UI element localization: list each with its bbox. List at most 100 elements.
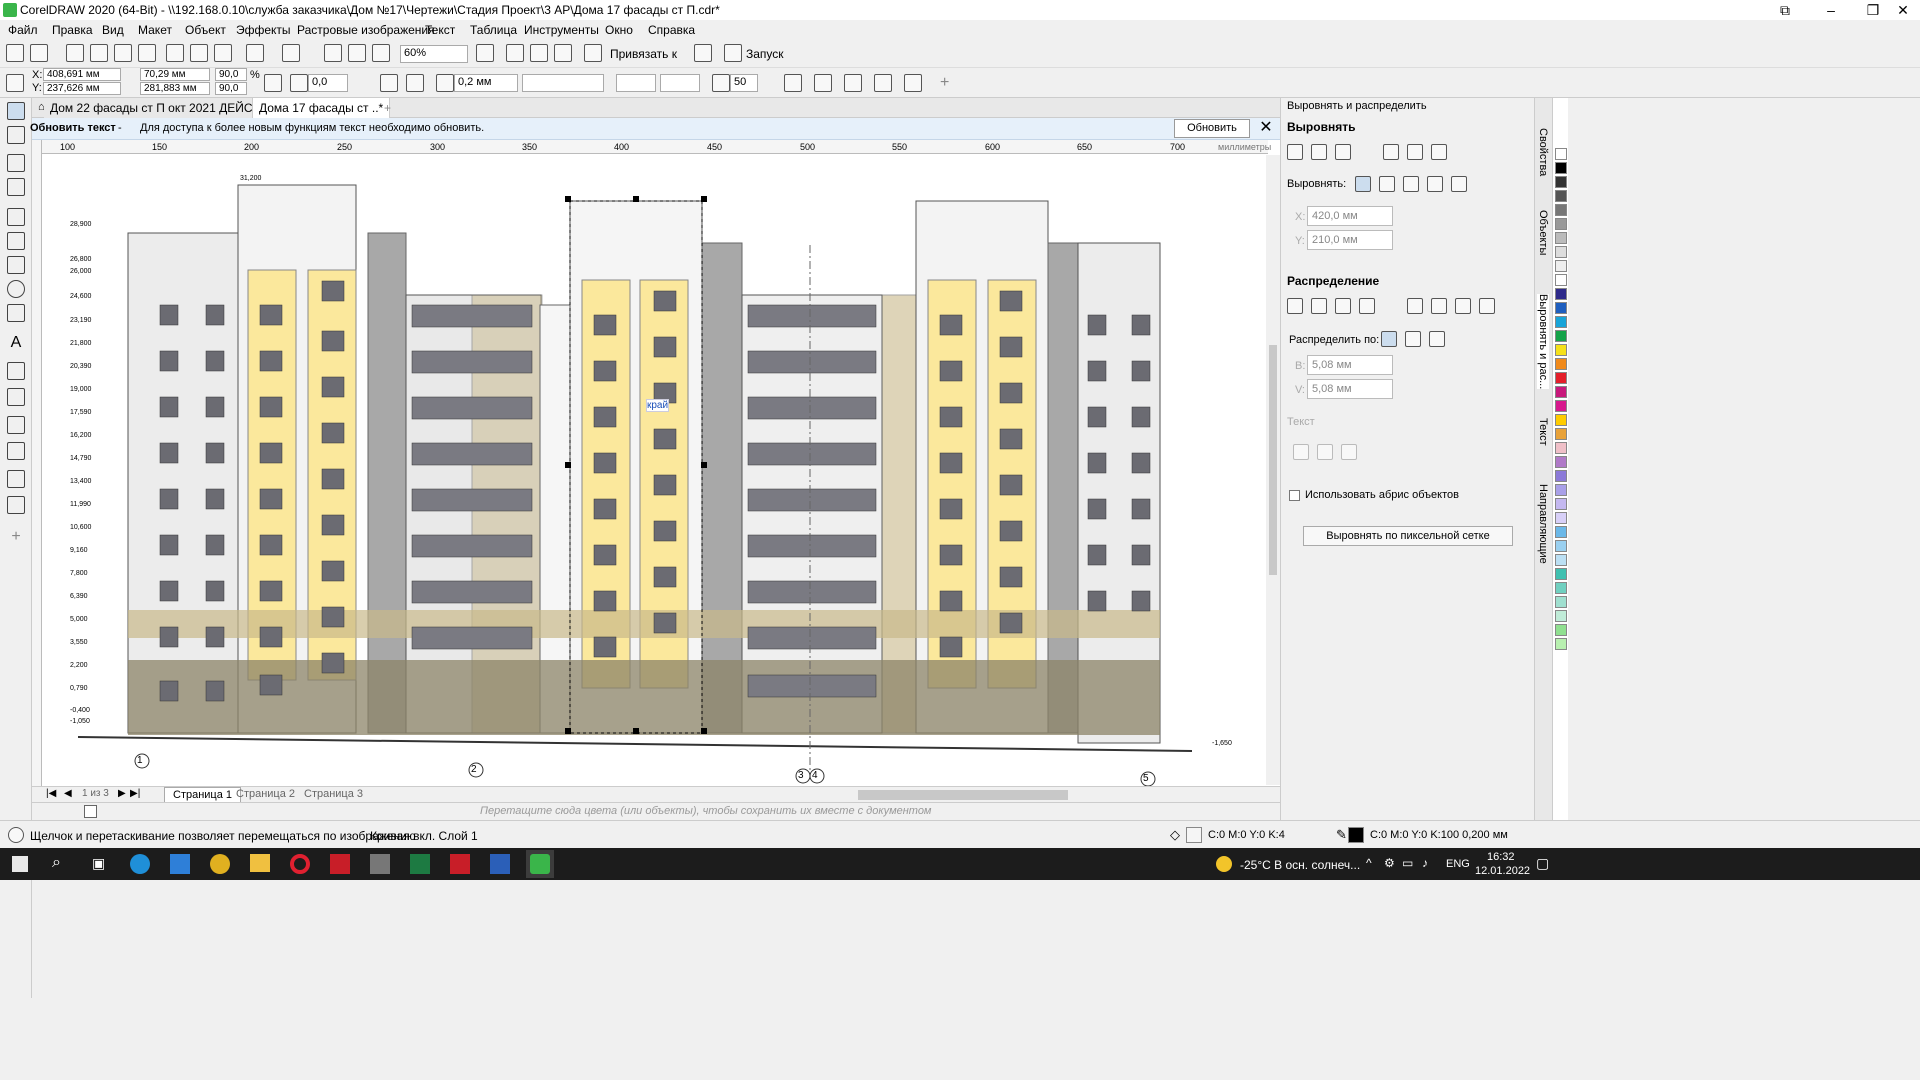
nodes-field[interactable]: 50: [730, 74, 758, 92]
ellipse-tool-icon[interactable]: [7, 280, 25, 298]
align-to-page-center-icon[interactable]: [1403, 176, 1419, 192]
save-icon[interactable]: [66, 44, 84, 62]
scale-y-field[interactable]: 90,0: [215, 82, 247, 95]
distribute-to-selection-icon[interactable]: [1381, 331, 1397, 347]
menu-tools[interactable]: Инструменты: [524, 23, 599, 37]
add-icon[interactable]: +: [940, 74, 949, 92]
restore-layout-icon[interactable]: ⧉: [1762, 0, 1808, 20]
launch-icon[interactable]: [724, 44, 742, 62]
autocad-icon[interactable]: [330, 854, 350, 874]
reference-point-icon[interactable]: [6, 74, 24, 92]
distribute-spacing-v-icon[interactable]: [1455, 298, 1471, 314]
distribute-top-icon[interactable]: [1407, 298, 1423, 314]
eyedropper-tool-icon[interactable]: [7, 470, 25, 488]
menu-table[interactable]: Таблица: [470, 23, 517, 37]
snap-to-dropdown[interactable]: Привязать к: [610, 47, 677, 61]
launch-dropdown[interactable]: Запуск: [746, 47, 784, 61]
print-icon[interactable]: [138, 44, 156, 62]
parallel-dimension-icon[interactable]: [7, 362, 25, 380]
wrap-text-icon[interactable]: [844, 74, 862, 92]
freehand-tool-icon[interactable]: [7, 208, 25, 226]
shape-tool-icon[interactable]: [7, 126, 25, 144]
artistic-media-icon[interactable]: [7, 232, 25, 250]
color-swatch[interactable]: [1555, 148, 1567, 160]
end-arrow-dropdown[interactable]: [660, 74, 700, 92]
color-palette[interactable]: [1552, 98, 1568, 820]
line-style-dropdown[interactable]: [522, 74, 604, 92]
align-x-field[interactable]: 420,0 мм: [1307, 206, 1393, 226]
color-swatch[interactable]: [1555, 316, 1567, 328]
store-icon[interactable]: [170, 854, 190, 874]
vertical-ruler[interactable]: [32, 140, 42, 790]
distribute-h-spacing-field[interactable]: 5,08 мм: [1307, 355, 1393, 375]
color-swatch[interactable]: [1555, 330, 1567, 342]
export-icon[interactable]: [348, 44, 366, 62]
prev-page-icon[interactable]: ◀: [64, 788, 72, 799]
update-text-button[interactable]: Обновить: [1174, 119, 1250, 138]
distribute-center-h-icon[interactable]: [1311, 298, 1327, 314]
fill-color-swatch[interactable]: [1186, 827, 1202, 843]
outline-width-field[interactable]: 0,2 мм: [454, 74, 518, 92]
align-nodes-icon[interactable]: [904, 74, 922, 92]
color-swatch[interactable]: [1555, 386, 1567, 398]
color-swatch[interactable]: [1555, 554, 1567, 566]
color-swatch[interactable]: [1555, 246, 1567, 258]
cut-icon[interactable]: [166, 44, 184, 62]
crop-tool-icon[interactable]: [7, 154, 25, 172]
distribute-to-page-icon[interactable]: [1405, 331, 1421, 347]
color-swatch[interactable]: [1555, 470, 1567, 482]
align-to-active-objects-icon[interactable]: [1355, 176, 1371, 192]
color-swatch[interactable]: [1555, 344, 1567, 356]
reduce-nodes-icon[interactable]: [874, 74, 892, 92]
options-gear-icon[interactable]: [694, 44, 712, 62]
text-align-last-baseline-icon[interactable]: [1317, 444, 1333, 460]
guidelines-icon[interactable]: [554, 44, 572, 62]
settings-gear-icon[interactable]: [8, 827, 24, 843]
network-icon[interactable]: ▭: [1402, 856, 1413, 870]
distribute-by-spacing-icon[interactable]: [1429, 331, 1445, 347]
windows-start-icon[interactable]: [12, 856, 28, 872]
rotate-icon[interactable]: [290, 74, 308, 92]
horizontal-scroll-thumb[interactable]: [858, 790, 1068, 800]
file-explorer-icon[interactable]: [250, 854, 270, 872]
vertical-scroll-thumb[interactable]: [1269, 345, 1277, 575]
vertical-scrollbar[interactable]: [1266, 155, 1280, 785]
polygon-tool-icon[interactable]: [7, 304, 25, 322]
import-icon[interactable]: [324, 44, 342, 62]
new-tab-icon[interactable]: +: [378, 98, 397, 118]
open-icon[interactable]: [30, 44, 48, 62]
page-tab-2[interactable]: Страница 2: [230, 787, 301, 801]
distribute-v-spacing-field[interactable]: 5,08 мм: [1307, 379, 1393, 399]
x-position-field[interactable]: 408,691 мм: [43, 68, 121, 81]
color-swatch[interactable]: [1555, 498, 1567, 510]
input-language[interactable]: ENG: [1446, 858, 1470, 870]
color-swatch[interactable]: [1555, 190, 1567, 202]
copy-icon[interactable]: [190, 44, 208, 62]
zoom-tool-icon[interactable]: [7, 178, 25, 196]
color-swatch[interactable]: [1555, 260, 1567, 272]
menu-object[interactable]: Объект: [185, 23, 226, 37]
horizontal-ruler[interactable]: 100 150 200 250 300 350 400 450 500 550 …: [42, 140, 1271, 154]
rectangle-tool-icon[interactable]: [7, 256, 25, 274]
mirror-vertical-icon[interactable]: [406, 74, 424, 92]
paste-icon[interactable]: [214, 44, 232, 62]
menu-effects[interactable]: Эффекты: [236, 23, 291, 37]
color-swatch[interactable]: [1555, 540, 1567, 552]
align-to-pixel-grid-button[interactable]: Выровнять по пиксельной сетке: [1303, 526, 1513, 546]
facade-drawing[interactable]: 1 2 3 4 5 31,200 край 28,900 26,800 26,0…: [42, 155, 1268, 790]
color-swatch[interactable]: [1555, 232, 1567, 244]
first-page-icon[interactable]: |◀: [46, 788, 56, 799]
full-screen-icon[interactable]: [476, 44, 494, 62]
task-view-icon[interactable]: ▣: [92, 855, 105, 872]
align-top-icon[interactable]: [1383, 144, 1399, 160]
volume-icon[interactable]: ♪: [1422, 856, 1428, 870]
color-swatch[interactable]: [1555, 372, 1567, 384]
color-swatch[interactable]: [1555, 302, 1567, 314]
lock-ratio-icon[interactable]: [264, 74, 282, 92]
menu-file[interactable]: Файл: [8, 23, 38, 37]
color-swatch[interactable]: [1555, 456, 1567, 468]
outline-color-swatch[interactable]: [1348, 827, 1364, 843]
distribute-right-icon[interactable]: [1359, 298, 1375, 314]
align-center-v-icon[interactable]: [1407, 144, 1423, 160]
last-page-icon[interactable]: ▶|: [130, 788, 140, 799]
